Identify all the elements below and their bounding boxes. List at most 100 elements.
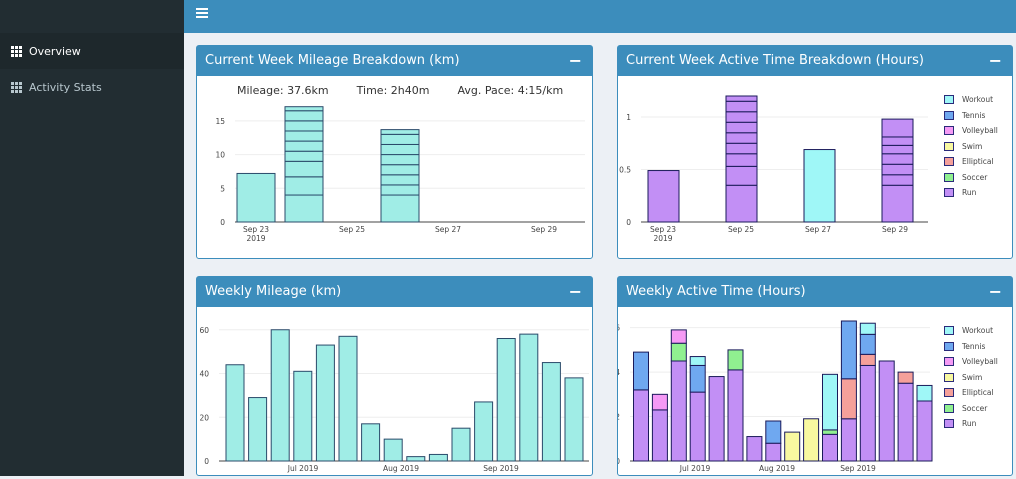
- box-header: Weekly Active Time (Hours) −: [618, 277, 1012, 307]
- x-tick-label: Sep 25: [339, 225, 365, 234]
- bar-segment: [380, 194, 420, 223]
- legend-item[interactable]: Volleyball: [944, 354, 998, 370]
- bar-segment: [670, 360, 687, 462]
- legend-swatch: [944, 157, 954, 167]
- legend-swatch: [944, 419, 954, 429]
- chart-legend: Workout Tennis Volleyball Swim Elliptical Soc…: [944, 92, 998, 201]
- x-tick-label: Sep 23: [650, 225, 676, 234]
- box-header: Current Week Active Time Breakdown (Hour…: [618, 46, 1012, 76]
- hamburger-icon[interactable]: [196, 8, 208, 20]
- bar-segment: [822, 373, 838, 431]
- legend-item[interactable]: Elliptical: [944, 385, 998, 401]
- bar-segment: [803, 418, 820, 462]
- legend-swatch: [944, 95, 954, 105]
- bar-segment: [897, 382, 914, 462]
- legend-item[interactable]: Swim: [944, 139, 998, 155]
- legend-label: Swim: [962, 372, 983, 382]
- bar-segment: [881, 118, 914, 138]
- collapse-button[interactable]: −: [569, 46, 582, 76]
- x-tick-label: Sep 27: [805, 225, 831, 234]
- legend-label: Workout: [962, 95, 994, 105]
- legend-swatch: [944, 357, 954, 367]
- mileage-breakdown-box: Current Week Mileage Breakdown (km) − Mi…: [196, 45, 593, 259]
- bar-segment: [284, 140, 324, 152]
- box-title: Weekly Active Time (Hours): [626, 284, 806, 299]
- bar-segment: [725, 165, 758, 186]
- bar-segment: [236, 172, 276, 223]
- legend-item[interactable]: Tennis: [944, 108, 998, 124]
- bar-segment: [840, 320, 857, 380]
- y-tick-label: 10: [215, 151, 225, 160]
- bar-segment: [284, 150, 324, 162]
- legend-label: Run: [962, 419, 977, 429]
- bar-segment: [380, 164, 420, 176]
- legend-item[interactable]: Workout: [944, 92, 998, 108]
- bar-segment: [284, 106, 324, 112]
- bar-segment: [727, 369, 744, 462]
- legend-item[interactable]: Elliptical: [944, 154, 998, 170]
- legend-item[interactable]: Tennis: [944, 339, 998, 355]
- bar-segment: [916, 400, 933, 462]
- x-tick-label: 2019: [246, 234, 265, 243]
- legend-item[interactable]: Swim: [944, 370, 998, 386]
- bar-segment: [725, 153, 758, 167]
- bar-segment: [651, 409, 668, 462]
- x-tick-label: Sep 25: [728, 225, 754, 234]
- bar-segment: [651, 393, 668, 411]
- bar: [248, 397, 268, 462]
- bar-segment: [689, 356, 706, 366]
- legend-label: Elliptical: [962, 157, 994, 167]
- bar-segment: [881, 144, 914, 155]
- legend-swatch: [944, 372, 954, 382]
- legend-item[interactable]: Soccer: [944, 401, 998, 417]
- bar-segment: [840, 418, 857, 462]
- bar-segment: [881, 136, 914, 146]
- legend-label: Swim: [962, 141, 983, 151]
- bar: [428, 453, 448, 462]
- bar-segment: [284, 120, 324, 132]
- collapse-button[interactable]: −: [989, 46, 1002, 76]
- legend-label: Tennis: [962, 341, 986, 351]
- bar-segment: [380, 154, 420, 166]
- bar: [315, 344, 335, 462]
- legend-item[interactable]: Volleyball: [944, 123, 998, 139]
- y-tick-label: 0: [220, 218, 225, 227]
- weekly-mileage-box: Weekly Mileage (km) − 0 20 40 60 Jul 2019 Aug…: [196, 276, 593, 476]
- y-tick-label: 0: [626, 218, 631, 227]
- bar-segment: [840, 378, 857, 420]
- collapse-button[interactable]: −: [569, 277, 582, 307]
- bar: [338, 335, 358, 462]
- x-tick-label: 2019: [653, 234, 672, 243]
- legend-item[interactable]: Soccer: [944, 170, 998, 186]
- mileage-stat: Mileage: 37.6km: [237, 84, 329, 97]
- bar: [406, 456, 426, 462]
- bar-segment: [881, 163, 914, 176]
- bar-segment: [916, 384, 933, 402]
- bar-segment: [822, 429, 838, 435]
- bar-segment: [803, 149, 836, 223]
- bar-segment: [725, 111, 758, 123]
- legend-item[interactable]: Run: [944, 416, 998, 432]
- legend-swatch: [944, 172, 954, 182]
- bar-segment: [380, 184, 420, 196]
- y-tick-label: 6: [618, 324, 620, 333]
- bar-segment: [881, 153, 914, 165]
- sidebar: Overview Activity Stats: [0, 0, 184, 476]
- bar-segment: [725, 121, 758, 134]
- bar: [293, 370, 313, 462]
- sidebar-item-activity-stats[interactable]: Activity Stats: [0, 69, 184, 105]
- weekly-mileage-chart: 0 20 40 60 Jul 2019 Aug 2019 Sep 2019: [199, 326, 589, 473]
- y-tick-label: 2: [618, 413, 620, 422]
- bar-segment: [380, 174, 420, 186]
- collapse-button[interactable]: −: [989, 277, 1002, 307]
- x-tick-label: Sep 29: [531, 225, 557, 234]
- legend-swatch: [944, 126, 954, 136]
- sidebar-item-overview[interactable]: Overview: [0, 33, 184, 69]
- legend-label: Soccer: [962, 403, 988, 413]
- bar-segment: [670, 329, 687, 344]
- legend-item[interactable]: Run: [944, 185, 998, 201]
- legend-label: Elliptical: [962, 388, 994, 398]
- legend-swatch: [944, 188, 954, 198]
- legend-item[interactable]: Workout: [944, 323, 998, 339]
- bar-segment: [670, 342, 687, 362]
